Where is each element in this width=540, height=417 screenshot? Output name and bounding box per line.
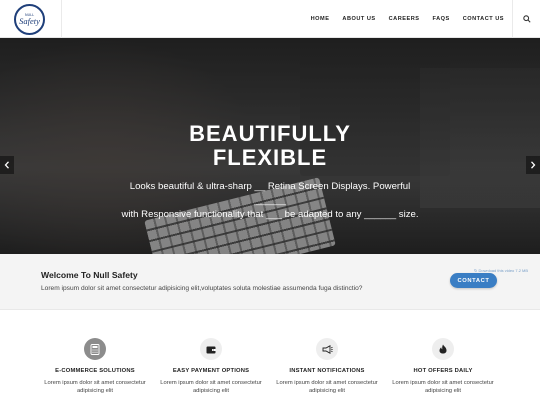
- feature-title: E-COMMERCE SOLUTIONS: [55, 368, 135, 374]
- feature-text: Lorem ipsum dolor sit amet consectetur a…: [146, 379, 276, 395]
- feature-title: HOT OFFERS DAILY: [413, 368, 473, 374]
- feature-text-line2: adipisicing elit: [76, 388, 114, 394]
- calculator-icon: [90, 343, 100, 355]
- hero-subtitle: Looks beautiful & ultra-sharp __ Retina …: [120, 180, 420, 222]
- feature-text-line1: Lorem ipsum dolor sit amet consectetur: [392, 380, 494, 386]
- wallet-icon: [206, 346, 216, 353]
- fire-icon: [439, 344, 447, 354]
- feature-notifications: INSTANT NOTIFICATIONS Lorem ipsum dolor …: [262, 338, 392, 395]
- megaphone-icon: [322, 344, 333, 354]
- contact-button[interactable]: CONTACT: [450, 273, 497, 288]
- main-nav: HOME ABOUT US CAREERS FAQS CONTACT US: [298, 0, 504, 38]
- feature-icon-circle: [316, 338, 338, 360]
- feature-text-line2: adipisicing elit: [192, 388, 230, 394]
- feature-hot-offers: HOT OFFERS DAILY Lorem ipsum dolor sit a…: [378, 338, 508, 395]
- feature-text-line2: adipisicing elit: [308, 388, 346, 394]
- feature-title: INSTANT NOTIFICATIONS: [289, 368, 365, 374]
- site-header: NULL Safety HOME ABOUT US CAREERS FAQS C…: [0, 0, 540, 38]
- feature-text-line1: Lorem ipsum dolor sit amet consectetur: [160, 380, 262, 386]
- chevron-left-icon: [4, 161, 9, 169]
- feature-text: Lorem ipsum dolor sit amet consectetur a…: [30, 379, 160, 395]
- nav-contact-us[interactable]: CONTACT US: [463, 16, 504, 22]
- hero-subtitle-line2: with Responsive functionality that ___ b…: [121, 209, 419, 220]
- nav-faqs[interactable]: FAQS: [433, 16, 450, 22]
- hero-title: BEAUTIFULLY FLEXIBLE: [0, 122, 540, 170]
- hero-title-line1: BEAUTIFULLY: [189, 121, 351, 146]
- search-button[interactable]: [512, 0, 540, 38]
- feature-text: Lorem ipsum dolor sit amet consectetur a…: [378, 379, 508, 395]
- nav-about-us[interactable]: ABOUT US: [342, 16, 375, 22]
- welcome-text: Lorem ipsum dolor sit amet consectetur a…: [41, 285, 363, 292]
- feature-text-line2: adipisicing elit: [424, 388, 462, 394]
- feature-icon-circle: [200, 338, 222, 360]
- feature-text: Lorem ipsum dolor sit amet consectetur a…: [262, 379, 392, 395]
- logo: NULL Safety: [14, 4, 45, 35]
- feature-payment: EASY PAYMENT OPTIONS Lorem ipsum dolor s…: [146, 338, 276, 395]
- feature-icon-circle: [432, 338, 454, 360]
- slider-prev-button[interactable]: [0, 156, 14, 174]
- feature-title: EASY PAYMENT OPTIONS: [172, 368, 250, 374]
- logo-text: Safety: [19, 16, 40, 26]
- hero-title-line2: FLEXIBLE: [212, 145, 328, 170]
- search-icon: [522, 15, 531, 23]
- feature-text-line1: Lorem ipsum dolor sit amet consectetur: [276, 380, 378, 386]
- hero-slider: BEAUTIFULLY FLEXIBLE Looks beautiful & u…: [0, 38, 540, 254]
- welcome-title: Welcome To Null Safety: [41, 270, 138, 280]
- logo-link[interactable]: NULL Safety: [0, 0, 62, 38]
- chevron-right-icon: [531, 161, 536, 169]
- slider-next-button[interactable]: [526, 156, 540, 174]
- nav-home[interactable]: HOME: [311, 16, 330, 22]
- feature-icon-circle: [84, 338, 106, 360]
- feature-text-line1: Lorem ipsum dolor sit amet consectetur: [44, 380, 146, 386]
- feature-ecommerce: E-COMMERCE SOLUTIONS Lorem ipsum dolor s…: [30, 338, 160, 395]
- hero-subtitle-line1: Looks beautiful & ultra-sharp __ Retina …: [129, 181, 411, 206]
- nav-careers[interactable]: CAREERS: [389, 16, 420, 22]
